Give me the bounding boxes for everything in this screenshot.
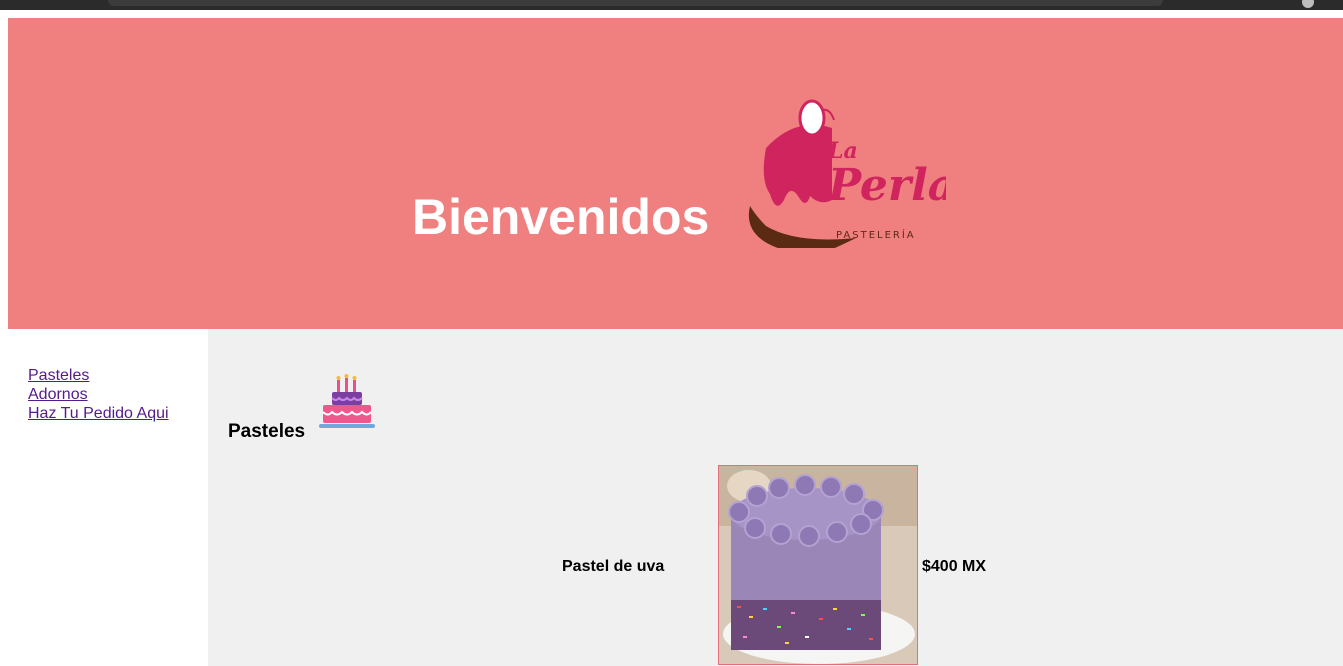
main-content: Pasteles Pastel de uva $400 MX	[208, 329, 1343, 666]
nav-link-adornos[interactable]: Adornos	[28, 386, 88, 403]
section-title: Pasteles	[228, 421, 306, 442]
svg-text:Perla: Perla	[826, 160, 946, 211]
side-navigation: Pasteles Adornos Haz Tu Pedido Aqui	[8, 329, 208, 666]
product-image[interactable]	[718, 465, 918, 665]
welcome-heading: Bienvenidos	[412, 189, 710, 245]
birthday-cake-icon	[319, 374, 375, 428]
site-header: Bienvenidos La Perla PASTELERÍA	[8, 18, 1343, 329]
nav-link-haz-tu-pedido[interactable]: Haz Tu Pedido Aqui	[28, 405, 169, 422]
product-name: Pastel de uva	[562, 558, 665, 575]
nav-link-pasteles[interactable]: Pasteles	[28, 367, 89, 384]
nav-item-pasteles: Pasteles	[28, 366, 169, 385]
browser-top-bar	[0, 0, 1343, 10]
la-perla-logo: La Perla PASTELERÍA	[748, 99, 946, 248]
profile-icon[interactable]	[1302, 0, 1314, 8]
svg-text:PASTELERÍA: PASTELERÍA	[836, 228, 916, 241]
product-price: $400 MX	[922, 558, 987, 575]
nav-item-adornos: Adornos	[28, 385, 169, 404]
nav-item-pedido: Haz Tu Pedido Aqui	[28, 404, 169, 423]
address-bar[interactable]	[108, 0, 1163, 6]
